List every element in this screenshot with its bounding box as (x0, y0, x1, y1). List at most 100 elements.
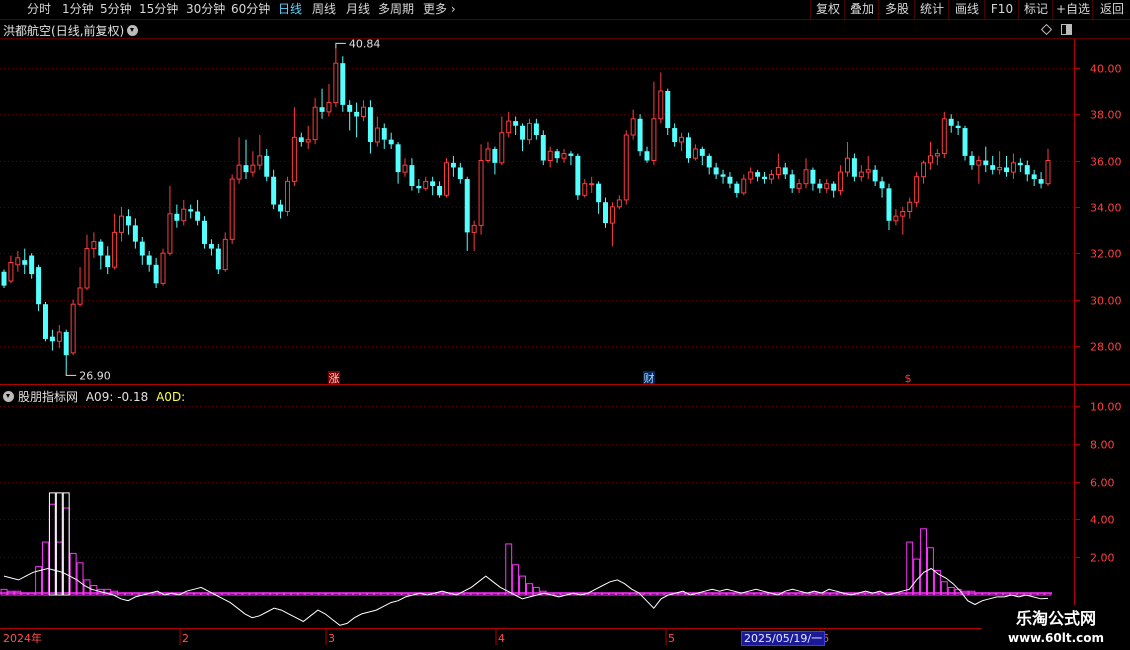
indicator-bar (954, 588, 962, 596)
function-button-3[interactable]: 统计 (914, 0, 949, 19)
period-tab-2[interactable]: 5分钟 (100, 1, 132, 18)
stock-title[interactable]: 洪都航空(日线,前复权) (3, 22, 139, 39)
candle (388, 132, 394, 149)
function-button-1[interactable]: 叠加 (844, 0, 879, 19)
indicator-bar (740, 592, 748, 596)
kline-chart[interactable]: 40.0038.0036.0034.0032.0030.0028.00 40.8… (0, 0, 1130, 650)
period-tab-3[interactable]: 15分钟 (139, 1, 178, 18)
candle (29, 253, 35, 279)
candle-body (762, 176, 768, 180)
indicator-bar (380, 592, 388, 596)
candle (208, 239, 214, 256)
candle-body (499, 132, 505, 164)
candle-body (1017, 162, 1023, 166)
indicator-bar (837, 592, 845, 596)
candle-body (70, 303, 76, 354)
candle (112, 213, 118, 270)
candle (347, 100, 353, 131)
candle-body (388, 139, 394, 145)
indicator-bar (201, 592, 208, 596)
candle (15, 250, 21, 272)
function-button-0[interactable]: 复权 (810, 0, 845, 19)
low-marker-leader (65, 371, 77, 376)
candle-body (845, 157, 850, 173)
price-tick-label: 28.00 (1090, 341, 1122, 354)
indicator-bar (574, 592, 582, 596)
diamond-icon[interactable] (1040, 23, 1053, 36)
indicator-bar (332, 592, 340, 596)
function-button-5[interactable]: F10 (984, 0, 1019, 19)
candle (139, 236, 145, 265)
candle-body (236, 164, 242, 180)
indicator-bar (553, 592, 561, 596)
candle-body (56, 331, 62, 342)
price-tick-label: 40.00 (1090, 63, 1122, 76)
panel-toggle-icon[interactable] (1061, 24, 1072, 35)
candle (181, 199, 187, 226)
candle-body (941, 118, 947, 155)
period-tab-4[interactable]: 30分钟 (186, 1, 225, 18)
candle-body (15, 257, 21, 266)
period-tab-5[interactable]: 60分钟 (231, 1, 270, 18)
event-marker-bg (328, 371, 340, 384)
candle-body (229, 178, 235, 240)
candle-body (672, 128, 678, 142)
candle (679, 132, 685, 152)
function-button-4[interactable]: 画线 (948, 0, 985, 19)
price-tick-label: 34.00 (1090, 202, 1122, 215)
candle-body (8, 261, 14, 282)
candle (561, 148, 567, 163)
period-tab-10[interactable]: 更多 › (423, 1, 456, 18)
candle-body (582, 183, 588, 196)
indicator-bar (816, 592, 824, 596)
indicator-bar (636, 592, 644, 596)
period-tab-8[interactable]: 月线 (346, 1, 370, 18)
chevron-down-icon[interactable] (3, 391, 14, 402)
indicator-bar (774, 592, 782, 596)
indicator-bar (1044, 592, 1052, 596)
candle-body (354, 111, 360, 117)
candle-body (727, 176, 733, 184)
period-tab-1[interactable]: 1分钟 (62, 1, 94, 18)
indicator-tick-label: 6.00 (1090, 477, 1115, 490)
period-tab-7[interactable]: 周线 (312, 1, 336, 18)
candle-body (623, 134, 629, 201)
period-tab-0[interactable]: 分时 (27, 1, 51, 18)
function-button-7[interactable]: +自选 (1052, 0, 1093, 19)
candle (340, 56, 346, 112)
period-tab-9[interactable]: 多周期 (378, 1, 414, 18)
indicator-bar (353, 592, 361, 596)
function-button-2[interactable]: 多股 (878, 0, 915, 19)
indicator-bar (387, 592, 395, 596)
candle (616, 195, 622, 210)
indicator-bar (7, 590, 15, 596)
indicator-grid (0, 406, 1074, 594)
indicator-bar (581, 592, 589, 596)
indicator-bar (443, 592, 450, 596)
indicator-title[interactable]: 股朋指标网 A09: -0.18 A0D: (3, 388, 185, 405)
indicator-bar (622, 592, 630, 596)
function-button-8[interactable]: 返回 (1092, 0, 1130, 19)
candle (243, 139, 249, 180)
candle-body (49, 336, 55, 342)
chevron-down-icon[interactable] (127, 25, 139, 36)
date-label: 4 (498, 632, 505, 645)
candle (824, 179, 830, 193)
function-button-6[interactable]: 标记 (1018, 0, 1053, 19)
candle (845, 141, 850, 177)
candle-body (153, 264, 159, 284)
indicator-bar (284, 592, 291, 596)
candle-body (547, 150, 553, 162)
candle (748, 167, 754, 184)
indicator-bar (470, 592, 478, 596)
period-tab-6[interactable]: 日线 (278, 1, 302, 18)
candle-body (603, 202, 608, 224)
candle (471, 220, 477, 251)
indicator-bar (118, 592, 125, 596)
candle-body (969, 155, 975, 166)
candle (838, 165, 844, 196)
crosshair-date-tip: 2025/05/19/一 (741, 631, 826, 646)
candle (720, 169, 726, 184)
candle (554, 148, 560, 163)
candle-body (609, 206, 615, 224)
